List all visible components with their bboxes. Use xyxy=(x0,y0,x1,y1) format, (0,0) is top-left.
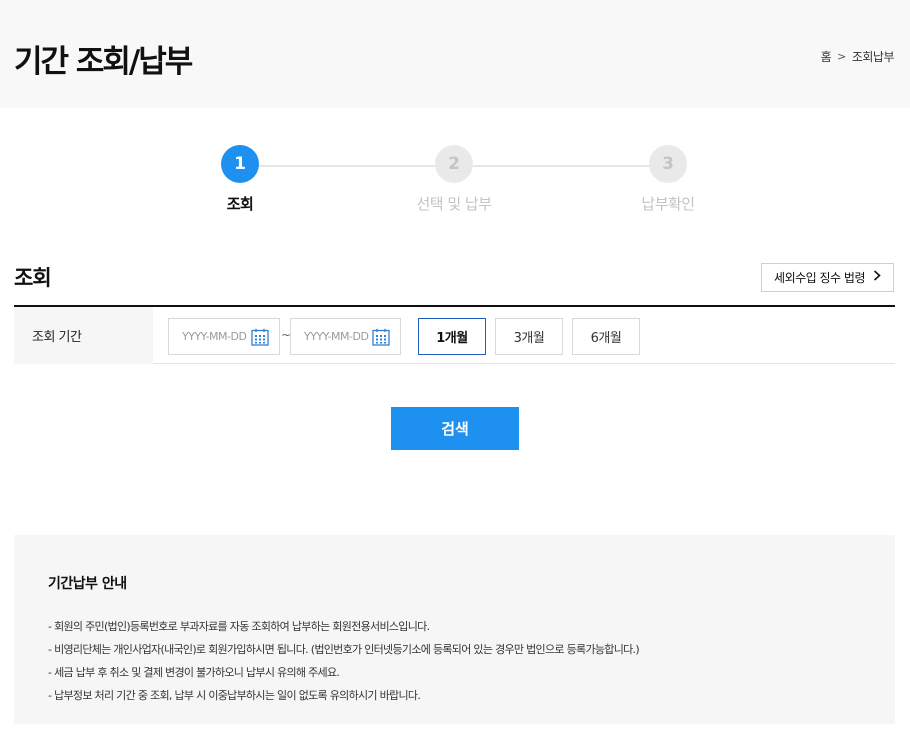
breadcrumb-current[interactable]: 조회납부 xyxy=(852,48,895,65)
calendar-icon[interactable] xyxy=(372,328,390,346)
list-item: - 납부정보 처리 기간 중 조회, 납부 시 이중납부하시는 일이 없도록 유… xyxy=(48,689,421,702)
period-label: 조회 기간 xyxy=(14,307,153,364)
search-form: 조회 기간 ~ xyxy=(14,305,895,364)
law-button-label: 세외수입 징수 법령 xyxy=(774,271,865,285)
guide-title: 기간납부 안내 xyxy=(48,576,127,592)
search-button[interactable]: 검색 xyxy=(391,407,519,450)
step-number: 3 xyxy=(649,145,687,183)
step-3: 3 납부확인 xyxy=(598,145,738,214)
step-number: 1 xyxy=(221,145,259,183)
start-date-field[interactable] xyxy=(168,318,280,355)
step-label: 조회 xyxy=(226,195,254,213)
breadcrumb: 홈 > 조회납부 xyxy=(821,48,895,65)
start-date-input[interactable] xyxy=(182,330,248,343)
guide-list: - 회원의 주민(법인)등록번호로 부과자료를 자동 조회하여 납부하는 회원전… xyxy=(48,615,861,707)
collection-law-button[interactable]: 세외수입 징수 법령 xyxy=(761,263,894,292)
page-title: 기간 조회/납부 xyxy=(14,44,193,80)
period-1-month-button[interactable]: 1개월 xyxy=(418,318,486,355)
chevron-right-icon xyxy=(873,270,881,285)
list-item: - 비영리단체는 개인사업자(내국인)로 회원가입하시면 됩니다. (법인번호가… xyxy=(48,643,640,656)
step-label: 선택 및 납부 xyxy=(416,195,492,213)
end-date-field[interactable] xyxy=(290,318,401,355)
section-title: 조회 xyxy=(14,266,52,290)
step-label: 납부확인 xyxy=(641,195,695,213)
period-3-month-button[interactable]: 3개월 xyxy=(495,318,563,355)
step-2: 2 선택 및 납부 xyxy=(384,145,524,214)
step-indicator: 1 조회 2 선택 및 납부 3 납부확인 xyxy=(0,145,910,225)
breadcrumb-separator: > xyxy=(837,50,846,63)
step-1: 1 조회 xyxy=(170,145,310,214)
calendar-icon[interactable] xyxy=(251,328,269,346)
step-number: 2 xyxy=(435,145,473,183)
breadcrumb-home[interactable]: 홈 xyxy=(821,48,832,65)
guide-box: 기간납부 안내 - 회원의 주민(법인)등록번호로 부과자료를 자동 조회하여 … xyxy=(14,535,895,724)
list-item: - 회원의 주민(법인)등록번호로 부과자료를 자동 조회하여 납부하는 회원전… xyxy=(48,620,430,633)
list-item: - 세금 납부 후 취소 및 결제 변경이 불가하오니 납부시 유의해 주세요. xyxy=(48,666,340,679)
period-6-month-button[interactable]: 6개월 xyxy=(572,318,640,355)
end-date-input[interactable] xyxy=(304,330,370,343)
page-header: 기간 조회/납부 홈 > 조회납부 xyxy=(0,0,910,108)
